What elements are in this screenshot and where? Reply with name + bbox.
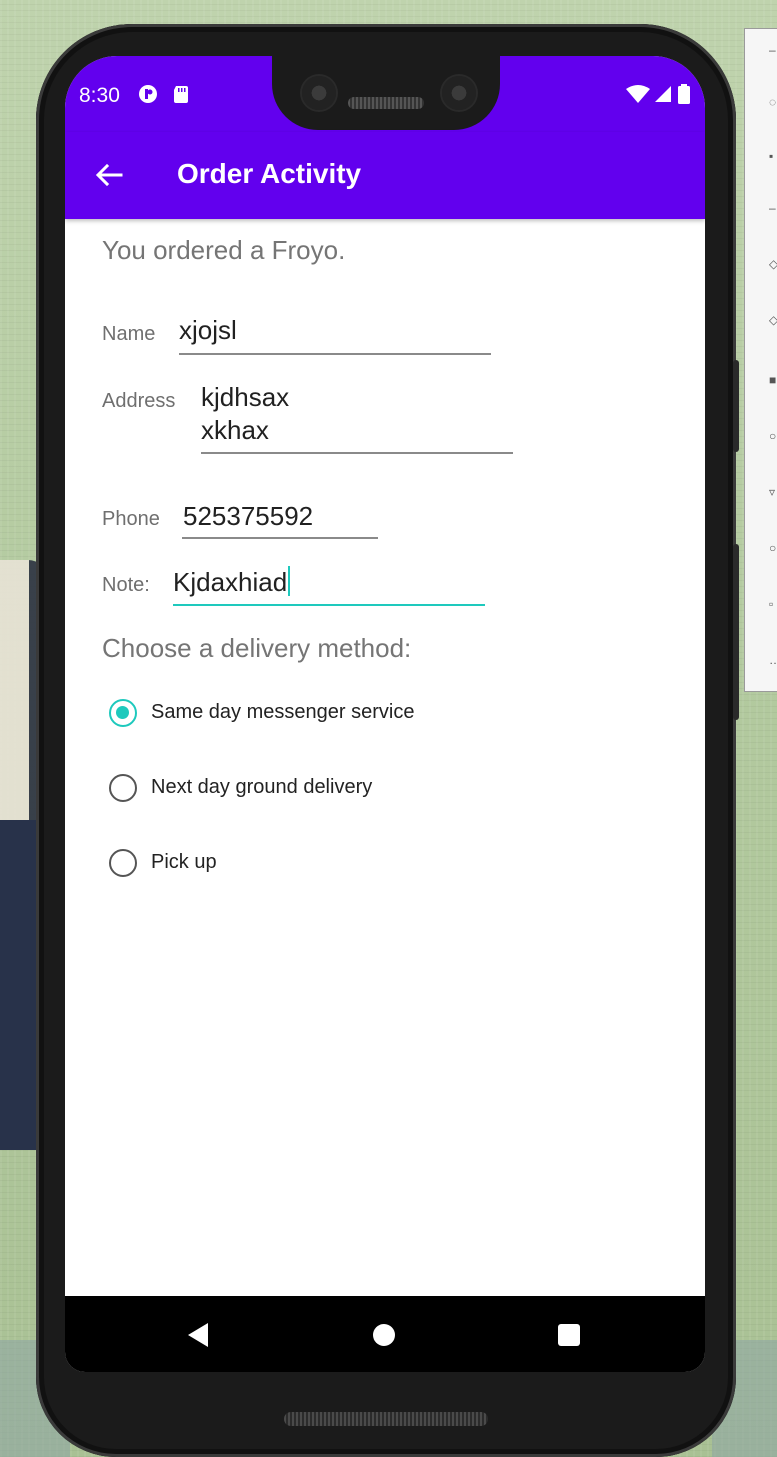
- back-icon[interactable]: ▿: [769, 485, 777, 499]
- note-label: Note:: [102, 574, 150, 596]
- signal-icon: [655, 86, 671, 102]
- earpiece-speaker: [348, 97, 424, 109]
- phone-value: 525375592: [183, 501, 314, 531]
- battery-icon: [678, 84, 690, 104]
- wifi-icon: [626, 85, 650, 103]
- address-line-1: kjdhsax: [201, 382, 290, 412]
- front-camera: [302, 76, 336, 110]
- home-icon[interactable]: ○: [769, 541, 777, 555]
- nav-back-icon[interactable]: [186, 1322, 210, 1348]
- radio-label: Same day messenger service: [151, 701, 415, 723]
- phone-underline: [182, 537, 378, 539]
- phone-screen: 8:30 Order Activity You ordered a Froyo.…: [65, 56, 705, 1372]
- radio-label: Pick up: [151, 851, 217, 873]
- order-message: You ordered a Froyo.: [102, 235, 346, 265]
- zoom-icon[interactable]: ○: [769, 429, 777, 443]
- address-line-2: xkhax: [201, 415, 269, 445]
- nav-recents-icon[interactable]: [558, 1324, 580, 1346]
- power-icon[interactable]: ◌: [769, 95, 777, 109]
- radio-checked-icon[interactable]: [109, 699, 137, 727]
- note-value: Kjdaxhiad: [173, 567, 288, 597]
- phone-label: Phone: [102, 508, 160, 530]
- navigation-bar: [65, 1296, 705, 1372]
- nav-home-icon[interactable]: [373, 1324, 395, 1346]
- notification-icon: [139, 85, 157, 103]
- address-label: Address: [102, 390, 176, 412]
- camera-icon[interactable]: ■: [769, 373, 777, 387]
- bottom-speaker: [284, 1412, 488, 1426]
- volume-down-icon[interactable]: –: [769, 201, 777, 215]
- minimize-icon[interactable]: –: [769, 43, 777, 57]
- address-underline: [201, 452, 513, 454]
- status-time: 8:30: [79, 84, 120, 107]
- radio-unchecked-icon[interactable]: [109, 849, 137, 877]
- power-button[interactable]: [733, 360, 739, 452]
- volume-up-icon[interactable]: ▪: [769, 149, 777, 163]
- status-bar: 8:30: [65, 56, 705, 132]
- front-camera: [442, 76, 476, 110]
- app-bar: Order Activity: [65, 132, 705, 219]
- background-figure-legs: [0, 820, 40, 1150]
- rotate-left-icon[interactable]: ◇: [769, 257, 777, 271]
- arrow-back-icon[interactable]: [93, 159, 125, 191]
- delivery-method-title: Choose a delivery method:: [102, 633, 412, 663]
- sd-card-icon: [174, 86, 188, 103]
- camera-notch: [272, 56, 500, 130]
- emulator-toolbar: – ◌ ▪ – ◇ ◇ ■ ○ ▿ ○ ▫ …: [744, 28, 777, 692]
- text-cursor: [288, 566, 291, 596]
- name-value: xjojsl: [179, 315, 237, 345]
- more-icon[interactable]: …: [769, 653, 777, 667]
- radio-label: Next day ground delivery: [151, 776, 373, 798]
- overview-icon[interactable]: ▫: [769, 597, 777, 611]
- page-title: Order Activity: [177, 158, 362, 189]
- name-label: Name: [102, 323, 156, 345]
- note-underline: [173, 604, 485, 606]
- radio-unchecked-icon[interactable]: [109, 774, 137, 802]
- name-underline: [179, 353, 491, 355]
- rotate-right-icon[interactable]: ◇: [769, 313, 777, 327]
- volume-rocker[interactable]: [733, 544, 739, 720]
